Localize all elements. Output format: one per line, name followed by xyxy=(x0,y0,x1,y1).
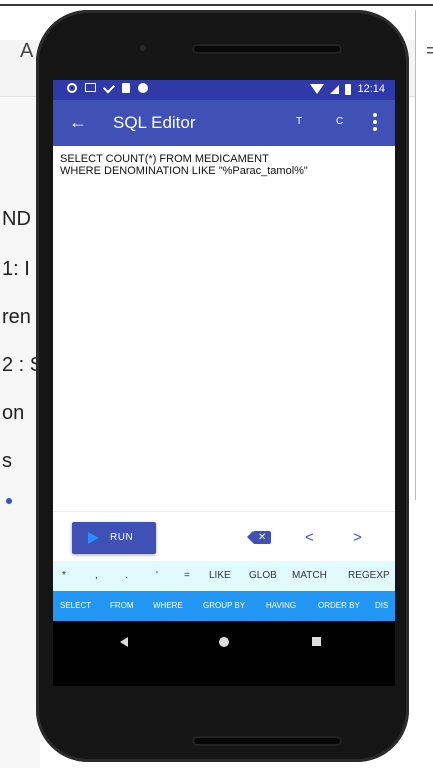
sql-line: SELECT COUNT(*) FROM MEDICAMENT xyxy=(60,153,269,165)
system-icons: 12:14 xyxy=(310,83,385,95)
action-bar: RUN ✕ < > xyxy=(53,511,395,560)
symbol-button[interactable]: ' xyxy=(156,570,158,581)
background-right-letter: = xyxy=(426,40,433,62)
play-icon xyxy=(88,532,99,544)
background-dot xyxy=(6,498,12,504)
symbol-button[interactable]: * xyxy=(62,570,66,581)
nav-home-icon[interactable] xyxy=(219,637,229,647)
nav-recents-icon[interactable] xyxy=(312,637,321,646)
system-navigation-bar xyxy=(53,621,395,686)
background-text-fragment: ren xyxy=(2,306,31,328)
background-left-panel xyxy=(0,97,40,768)
keyword-button[interactable]: ORDER BY xyxy=(318,601,360,610)
download-done-icon xyxy=(102,81,116,94)
symbol-button[interactable]: LIKE xyxy=(209,570,231,581)
clock: 12:14 xyxy=(357,83,385,95)
c-button[interactable]: C xyxy=(336,116,343,127)
t-button[interactable]: T xyxy=(296,116,302,127)
battery-icon xyxy=(345,83,352,95)
page-title: SQL Editor xyxy=(113,113,196,132)
signal-icon xyxy=(330,84,340,94)
app-bar: ← SQL Editor T C xyxy=(53,100,395,146)
notification-icons xyxy=(67,81,148,94)
settings-icon xyxy=(67,83,77,93)
keyword-button[interactable]: GROUP BY xyxy=(203,601,245,610)
history-previous-button[interactable]: < xyxy=(305,529,314,546)
keyword-button[interactable]: DIS xyxy=(375,601,388,610)
phone-screen: 12:14 ← SQL Editor T C SELECT COUNT(*) F… xyxy=(53,80,395,686)
keyword-button[interactable]: HAVING xyxy=(266,601,296,610)
arrow-left-icon[interactable]: ← xyxy=(69,112,87,132)
sd-card-icon xyxy=(122,83,130,93)
background-text-fragment: 1: I xyxy=(2,258,30,280)
status-bar: 12:14 xyxy=(53,80,395,100)
run-button[interactable]: RUN xyxy=(72,522,156,554)
sql-editor-textarea[interactable]: SELECT COUNT(*) FROM MEDICAMENT WHERE DE… xyxy=(53,146,395,511)
close-icon: ✕ xyxy=(258,532,267,543)
keyword-button[interactable]: SELECT xyxy=(60,601,91,610)
circle-icon xyxy=(138,83,148,93)
background-text-fragment: on xyxy=(2,402,25,424)
symbol-button[interactable]: . xyxy=(125,570,128,581)
symbol-button[interactable]: REGEXP xyxy=(348,570,390,581)
mail-icon xyxy=(85,83,96,92)
keyword-bar: SELECT FROM WHERE GROUP BY HAVING ORDER … xyxy=(53,591,395,621)
background-right-panel xyxy=(415,10,433,500)
symbol-bar: * , . ' = LIKE GLOB MATCH REGEXP xyxy=(53,561,395,591)
run-label: RUN xyxy=(110,532,134,543)
symbol-button[interactable]: , xyxy=(95,570,98,581)
history-next-button[interactable]: > xyxy=(353,529,362,546)
nav-back-icon[interactable] xyxy=(120,637,128,647)
backspace-icon[interactable]: ✕ xyxy=(247,531,271,544)
sql-line: WHERE DENOMINATION LIKE "%Parac_tamol%" xyxy=(60,165,308,177)
background-letter: A xyxy=(20,40,34,62)
symbol-button[interactable]: MATCH xyxy=(292,570,327,581)
background-text-fragment: s xyxy=(2,450,12,472)
speaker-grille-top xyxy=(192,44,342,54)
camera-icon xyxy=(140,45,146,51)
more-vert-icon[interactable] xyxy=(373,113,377,133)
background-text-fragment: ND xyxy=(2,208,31,230)
symbol-button[interactable]: GLOB xyxy=(249,570,277,581)
wifi-icon xyxy=(310,84,325,94)
symbol-button[interactable]: = xyxy=(184,570,190,581)
speaker-grille-bottom xyxy=(192,736,342,746)
background-top-line xyxy=(0,4,433,6)
keyword-button[interactable]: WHERE xyxy=(153,601,183,610)
keyword-button[interactable]: FROM xyxy=(110,601,134,610)
